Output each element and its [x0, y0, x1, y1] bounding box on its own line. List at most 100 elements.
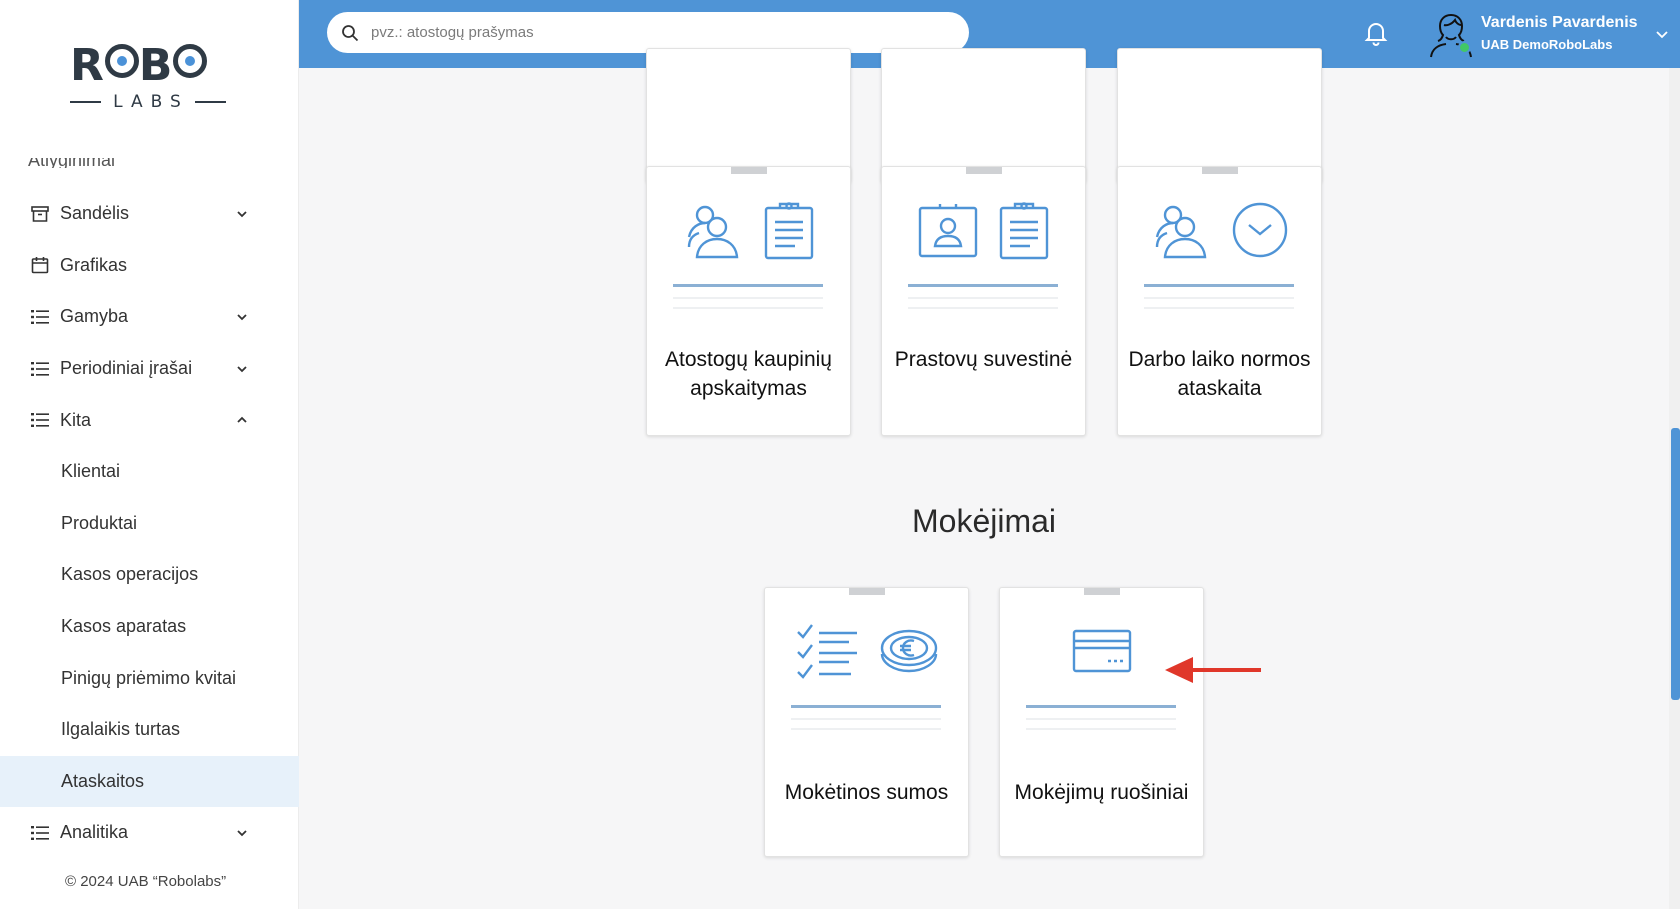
copyright-text: © 2024 UAB “Robolabs”	[65, 873, 227, 890]
sidebar-subitem-ataskaitos[interactable]: Ataskaitos	[0, 755, 299, 808]
sidebar-item-analitika[interactable]: Analitika	[0, 807, 299, 859]
card-divider	[791, 705, 941, 708]
card-divider	[1144, 307, 1294, 309]
search-input[interactable]	[371, 24, 931, 41]
checklist-icon	[796, 624, 857, 679]
sidebar-item-periodiniai-irasai[interactable]: Periodiniai įrašai	[0, 343, 299, 395]
sidebar-item-partial[interactable]: Atlyginimai	[28, 158, 148, 168]
report-card-partial[interactable]	[1117, 48, 1322, 183]
card-illustration	[765, 616, 968, 686]
chevron-down-icon[interactable]	[236, 827, 248, 839]
list-icon	[30, 307, 50, 327]
sidebar-item-grafikas[interactable]: Grafikas	[0, 240, 299, 292]
card-tab	[731, 167, 767, 174]
report-card-partial[interactable]	[646, 48, 851, 183]
archive-box-icon	[30, 204, 50, 224]
sidebar-subitem-label: Klientai	[61, 461, 121, 482]
annotation-arrow-icon	[1165, 657, 1261, 683]
sidebar-item-label: Grafikas	[60, 254, 128, 275]
clipboard-icon	[764, 202, 813, 260]
notification-bell-icon[interactable]	[1361, 18, 1391, 48]
scrollbar-thumb[interactable]	[1671, 428, 1680, 700]
card-divider	[791, 728, 941, 730]
sidebar-item-label: Gamyba	[60, 306, 129, 327]
sidebar-subitem-label: Ilgalaikis turtas	[61, 719, 181, 740]
report-card-darbo-laiko-normos-ataskaita[interactable]: Darbo laiko normos ataskaita	[1117, 166, 1322, 436]
user-company[interactable]: UAB DemoRoboLabs	[1481, 37, 1612, 52]
card-tab	[1202, 167, 1238, 174]
card-title: Mokėjimų ruošiniai	[1014, 781, 1189, 804]
sidebar-item-gamyba[interactable]: Gamyba	[0, 291, 299, 343]
card-divider	[908, 297, 1058, 299]
people-icon	[1155, 205, 1206, 259]
online-status-indicator	[1458, 41, 1471, 54]
card-tab	[1084, 588, 1120, 595]
report-card-moketinos-sumos[interactable]: Mokėtinos sumos	[764, 587, 969, 857]
card-divider	[673, 297, 823, 299]
list-icon	[30, 359, 50, 379]
report-card-prastovu-suvestine[interactable]: Prastovų suvestinė	[881, 166, 1086, 436]
sidebar-subitem-label: Kasos operacijos	[61, 564, 199, 585]
card-divider	[908, 307, 1058, 309]
card-divider	[1026, 705, 1176, 708]
chevron-up-icon[interactable]	[236, 414, 248, 426]
robolabs-logo[interactable]: RB LABS	[70, 44, 226, 120]
clipboard-icon	[999, 202, 1048, 260]
card-divider	[908, 284, 1058, 287]
card-tab	[966, 167, 1002, 174]
chevron-down-icon[interactable]	[236, 208, 248, 220]
card-tab	[849, 588, 885, 595]
card-divider	[1144, 284, 1294, 287]
card-title: Atostogų kaupinių apskaitymas	[665, 348, 832, 400]
sidebar-subitem-kasos-operacijos[interactable]: Kasos operacijos	[0, 549, 299, 601]
sidebar-subitem-produktai[interactable]: Produktai	[0, 498, 299, 550]
sidebar-menu: Sandėlis Grafikas Gamyba Periodiniai įra…	[0, 188, 299, 859]
chevron-down-icon[interactable]	[236, 311, 248, 323]
reports-content: Atostogų kaupinių apskaitymas Prastovų s…	[299, 48, 1669, 909]
card-divider	[791, 718, 941, 720]
card-illustration	[882, 195, 1085, 265]
search-icon	[342, 24, 359, 41]
sidebar-subitem-kasos-aparatas[interactable]: Kasos aparatas	[0, 601, 299, 653]
card-divider	[1026, 728, 1176, 730]
sidebar-subitem-pinigu-priemimo-kvitai[interactable]: Pinigų priėmimo kvitai	[0, 652, 299, 704]
credit-card-icon	[1072, 629, 1131, 673]
sidebar-subitem-label: Pinigų priėmimo kvitai	[61, 667, 237, 688]
chevron-down-icon[interactable]	[1655, 27, 1669, 41]
sidebar-item-kita[interactable]: Kita	[0, 394, 299, 446]
sidebar-subitem-label: Ataskaitos	[61, 770, 145, 791]
logo-wordmark: RB	[70, 44, 226, 88]
sidebar-subitem-label: Kasos aparatas	[61, 616, 187, 637]
card-divider	[1026, 718, 1176, 720]
card-divider	[1144, 297, 1294, 299]
card-divider	[673, 284, 823, 287]
list-icon	[30, 823, 50, 843]
list-icon	[30, 410, 50, 430]
sidebar-subitem-klientai[interactable]: Klientai	[0, 446, 299, 498]
people-icon	[687, 205, 738, 259]
report-card-partial[interactable]	[881, 48, 1086, 183]
chevron-down-icon[interactable]	[236, 363, 248, 375]
report-card-mokejimu-ruosiniai[interactable]: Mokėjimų ruošiniai	[999, 587, 1204, 857]
sidebar-subitem-label: Produktai	[61, 512, 138, 533]
sidebar-item-label: Analitika	[60, 822, 129, 843]
euro-coins-icon	[880, 629, 937, 673]
report-card-atostogu-kaupiniu-apskaitymas[interactable]: Atostogų kaupinių apskaitymas	[646, 166, 851, 436]
id-card-icon	[918, 204, 977, 258]
search-box[interactable]	[327, 12, 969, 53]
card-illustration	[1118, 195, 1321, 265]
sidebar-item-label: Sandėlis	[60, 203, 130, 224]
sidebar-subitem-ilgalaikis-turtas[interactable]: Ilgalaikis turtas	[0, 704, 299, 756]
card-title: Mokėtinos sumos	[784, 781, 949, 804]
clock-icon	[1232, 202, 1287, 258]
section-title-mokejimai: Mokėjimai	[911, 503, 1057, 539]
card-illustration	[647, 195, 850, 265]
sidebar: RB LABS Atlyginimai Sandėlis Grafikas Ga…	[0, 0, 299, 909]
user-name[interactable]: Vardenis Pavardenis	[1481, 14, 1638, 32]
card-title: Prastovų suvestinė	[894, 348, 1073, 371]
card-title: Darbo laiko normos ataskaita	[1128, 348, 1311, 400]
card-divider	[673, 307, 823, 309]
calendar-icon	[30, 255, 50, 275]
logo-subtitle: LABS	[113, 92, 189, 112]
sidebar-item-sandelis[interactable]: Sandėlis	[0, 188, 299, 240]
